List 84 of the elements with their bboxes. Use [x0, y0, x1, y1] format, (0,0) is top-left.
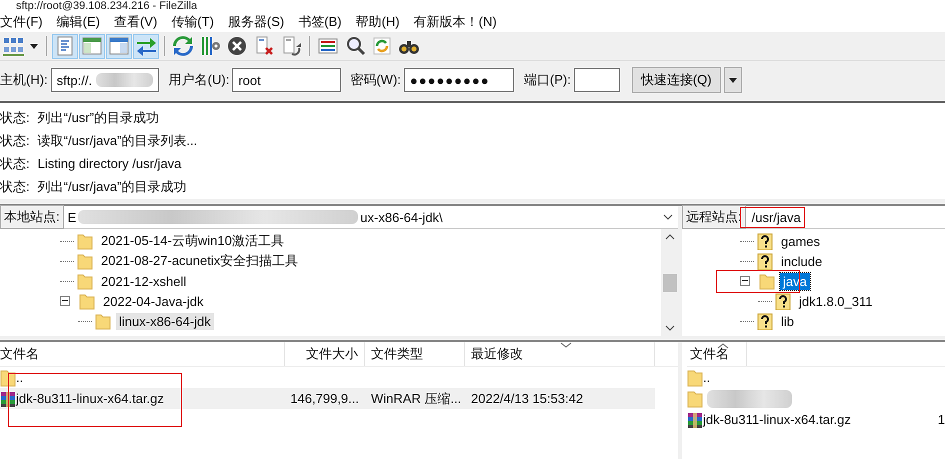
folder-icon	[687, 390, 703, 408]
menu-item[interactable]: 服务器(S)	[228, 13, 284, 31]
menu-item[interactable]: 文件(F)	[0, 13, 43, 31]
column-header[interactable]: 文件名	[0, 342, 285, 366]
tree-item[interactable]: include	[778, 252, 826, 270]
table-cell: jdk-8u311-linux-x64.tar.gz	[703, 412, 851, 427]
archive-icon	[687, 410, 703, 428]
table-cell: 1	[938, 412, 945, 427]
status-label: 状态:	[0, 178, 30, 196]
table-cell: WinRAR 压缩...	[371, 390, 462, 408]
tree-item[interactable]: jdk1.8.0_311	[796, 292, 876, 310]
file-row[interactable]: jdk-8u311-linux-x64.tar.gz 1	[687, 409, 945, 430]
tree-item[interactable]: games	[778, 232, 824, 250]
column-header[interactable]: 最近修改	[465, 342, 655, 366]
question-folder-icon	[756, 232, 774, 250]
sort-icon	[560, 342, 572, 349]
window-panes-icon[interactable]	[79, 34, 105, 58]
column-header[interactable]: 文件名	[687, 342, 747, 366]
folder-icon	[76, 252, 94, 270]
path-field[interactable]: /usr/java	[750, 210, 803, 224]
table-cell: ..	[703, 370, 710, 385]
folder-icon	[687, 368, 703, 386]
tree-item[interactable]: linux-x86-64-jdk	[116, 312, 214, 330]
archive-icon	[0, 390, 16, 408]
table-cell: 146,799,9...	[290, 391, 359, 406]
scroll-down-icon[interactable]	[664, 323, 676, 333]
dropdown-button[interactable]	[724, 67, 742, 93]
host-field[interactable]: sftp://.	[50, 68, 159, 92]
log-message: 读取“/usr/java”的目录列表...	[38, 132, 198, 150]
port-field[interactable]	[574, 68, 620, 92]
table-cell: ..	[16, 370, 24, 385]
table-cell: jdk-8u311-linux-x64.tar.gz	[16, 391, 164, 406]
folder-icon	[76, 232, 94, 250]
caret-icon	[728, 75, 738, 85]
column-header[interactable]: 文件类型	[365, 342, 465, 366]
question-folder-icon	[774, 292, 792, 310]
menu-item[interactable]: 有新版本！(N)	[414, 13, 497, 31]
username-field[interactable]: root	[232, 68, 342, 92]
document-lines-icon[interactable]	[52, 34, 78, 58]
file-row[interactable]: jdk-8u311-linux-x64.tar.gz 146,799,9... WinRAR 压缩... 2022/4/13 15:53:42	[0, 388, 655, 409]
password-label: 密码(W):	[350, 71, 401, 89]
folder-icon	[76, 272, 94, 290]
folder-icon	[78, 292, 96, 310]
tree-item[interactable]: 2021-05-14-云萌win10激活工具	[98, 231, 287, 251]
collapse-toggle[interactable]	[60, 296, 70, 306]
scroll-thumb[interactable]	[662, 274, 676, 292]
file-row[interactable]: ..	[687, 367, 945, 388]
folder-icon	[94, 312, 112, 330]
window-title: sftp://root@39.108.234.216 - FileZilla	[0, 0, 945, 12]
status-label: 状态:	[0, 108, 30, 126]
menu-item[interactable]: 查看(V)	[114, 13, 158, 31]
refresh-icon[interactable]	[170, 34, 196, 58]
folder-icon	[0, 368, 16, 386]
file-row[interactable]: ..	[0, 367, 655, 388]
question-folder-icon	[756, 312, 774, 330]
log-message: 列出“/usr/java”的目录成功	[38, 178, 186, 196]
collapse-toggle[interactable]	[740, 276, 750, 286]
menu-item[interactable]: 书签(B)	[298, 13, 342, 31]
window-panes-icon[interactable]	[106, 34, 132, 58]
log-message: 列出“/usr”的目录成功	[38, 108, 159, 126]
quickconnect-button[interactable]: 快速连接(Q)	[632, 67, 721, 93]
transfer-arrows-icon[interactable]	[133, 34, 159, 58]
folder-icon	[758, 272, 776, 290]
log-message: Listing directory /usr/java	[38, 156, 182, 171]
tree-item[interactable]: 2022-04-Java-jdk	[100, 292, 206, 310]
host-label: 主机(H):	[0, 71, 48, 89]
tree-item[interactable]: lib	[778, 312, 798, 330]
menu-item[interactable]: 帮助(H)	[356, 13, 400, 31]
menu-item[interactable]: 编辑(E)	[56, 13, 100, 31]
table-cell: 2022/4/13 15:53:42	[471, 391, 584, 406]
sort-icon	[716, 342, 728, 349]
tree-item[interactable]: 2021-12-xshell	[98, 272, 190, 290]
menu-item[interactable]: 传输(T)	[171, 13, 214, 31]
scroll-up-icon[interactable]	[664, 232, 676, 242]
site-label: 本地站点:	[0, 205, 64, 229]
question-folder-icon	[756, 252, 774, 270]
column-header[interactable]: 文件大小	[285, 342, 365, 366]
status-label: 状态:	[0, 154, 30, 172]
username-label: 用户名(U):	[168, 71, 230, 89]
path-field[interactable]: E ux-x86-64-jdk\	[64, 207, 678, 227]
port-label: 端口(P):	[524, 71, 571, 89]
tree-item[interactable]: 2021-08-27-acunetix安全扫描工具	[98, 251, 302, 271]
password-field[interactable]: ●●●●●●●●●	[404, 68, 514, 92]
status-label: 状态:	[0, 132, 30, 150]
